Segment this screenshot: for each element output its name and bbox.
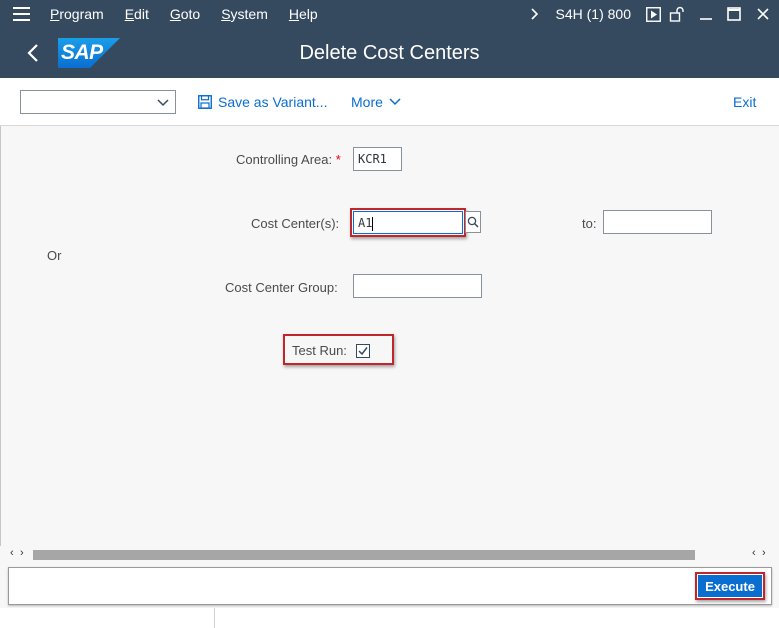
cost-center-group-input[interactable] bbox=[353, 274, 482, 298]
test-run-label: Test Run: bbox=[292, 343, 347, 358]
scroll-left-icon[interactable]: ‹ bbox=[10, 547, 14, 559]
status-divider bbox=[214, 608, 215, 628]
save-as-variant-label: Save as Variant... bbox=[218, 94, 328, 110]
cost-center-group-label: Cost Center Group: bbox=[225, 280, 338, 295]
controlling-area-input[interactable]: KCR1 bbox=[353, 147, 402, 171]
minimize-icon[interactable] bbox=[691, 7, 721, 21]
cost-centers-to-label: to: bbox=[582, 216, 597, 231]
toolbar: Save as Variant... More Exit bbox=[0, 78, 779, 126]
scrollbar-thumb[interactable] bbox=[33, 550, 695, 560]
execute-label: Execute bbox=[698, 575, 762, 597]
cost-centers-from-value: A1 bbox=[358, 216, 373, 230]
play-icon[interactable] bbox=[643, 6, 663, 22]
menubar-right: S4H (1) 800 bbox=[528, 0, 779, 28]
cost-centers-label: Cost Center(s): bbox=[251, 216, 340, 231]
menu-bar: Program Edit Goto System Help S4H (1) 80… bbox=[0, 0, 779, 28]
checkmark-icon bbox=[358, 347, 368, 356]
close-icon[interactable] bbox=[747, 8, 779, 20]
save-icon bbox=[198, 95, 212, 109]
test-run-checkbox[interactable] bbox=[356, 344, 370, 358]
exit-label: Exit bbox=[733, 94, 757, 110]
chevron-right-icon[interactable] bbox=[528, 8, 542, 20]
search-icon bbox=[467, 216, 479, 228]
controlling-area-label: Controlling Area: * bbox=[236, 152, 341, 167]
maximize-icon[interactable] bbox=[721, 7, 747, 21]
footer-bar: Execute bbox=[8, 567, 772, 605]
page-title: Delete Cost Centers bbox=[299, 42, 480, 64]
menu-help[interactable]: Help bbox=[289, 6, 318, 22]
cost-centers-to-input[interactable] bbox=[603, 210, 712, 234]
or-label: Or bbox=[47, 248, 62, 263]
menu-system[interactable]: System bbox=[221, 6, 268, 22]
required-marker: * bbox=[335, 152, 341, 167]
unlock-icon[interactable] bbox=[663, 6, 691, 22]
value-help-button[interactable] bbox=[465, 211, 481, 233]
hamburger-icon[interactable] bbox=[0, 0, 42, 28]
title-bar: SAP Delete Cost Centers bbox=[0, 28, 779, 78]
system-info: S4H (1) 800 bbox=[555, 6, 631, 22]
scroll-left-icon[interactable]: ‹ bbox=[752, 547, 756, 559]
text-cursor bbox=[372, 216, 374, 231]
selection-form: Controlling Area: * KCR1 Cost Center(s):… bbox=[0, 126, 779, 546]
exit-button[interactable]: Exit bbox=[733, 94, 756, 110]
menu-goto[interactable]: Goto bbox=[170, 6, 200, 22]
execute-button[interactable]: Execute bbox=[695, 572, 765, 600]
save-as-variant-button[interactable]: Save as Variant... bbox=[198, 94, 327, 110]
more-label: More bbox=[351, 94, 383, 110]
status-strip bbox=[0, 608, 779, 628]
variant-select[interactable] bbox=[20, 90, 176, 114]
scroll-right-icon[interactable]: › bbox=[762, 547, 766, 559]
menu-edit[interactable]: Edit bbox=[125, 6, 149, 22]
more-button[interactable]: More bbox=[351, 94, 401, 110]
menu-program[interactable]: Program bbox=[50, 6, 104, 22]
scroll-right-icon[interactable]: › bbox=[20, 547, 24, 559]
chevron-down-icon bbox=[157, 99, 169, 107]
chevron-down-icon bbox=[389, 98, 401, 106]
horizontal-scrollbar[interactable]: ‹ › ‹ › bbox=[0, 546, 779, 563]
cost-centers-from-input[interactable]: A1 bbox=[353, 211, 463, 234]
